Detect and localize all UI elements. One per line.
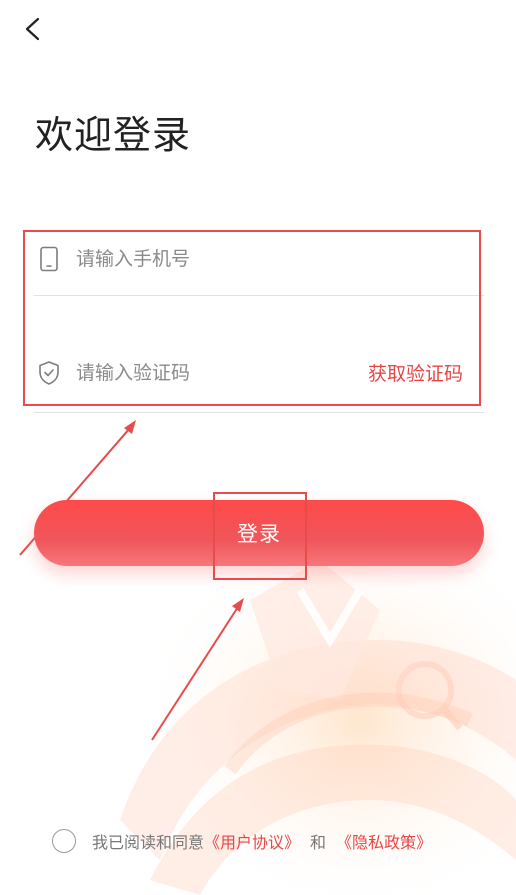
phone-field [34,232,484,288]
chevron-left-icon [25,17,40,41]
user-agreement-link[interactable]: 《用户协议》 [204,829,300,853]
code-divider [34,412,484,413]
agreement-and: 和 [310,833,327,852]
privacy-policy-link[interactable]: 《隐私政策》 [336,829,432,853]
login-button-label: 登录 [237,522,281,546]
get-code-button[interactable]: 获取验证码 [368,359,463,386]
phone-input[interactable] [76,240,356,278]
code-field: 获取验证码 [34,346,484,402]
login-button[interactable]: 登录 [34,500,484,566]
back-button[interactable] [18,14,48,44]
code-input[interactable] [76,354,356,392]
agree-radio[interactable] [52,829,76,853]
agreement-row: 我已阅读和同意 《用户协议》 和 《隐私政策》 [52,826,432,856]
phone-divider [34,295,484,296]
page-title: 欢迎登录 [35,113,192,157]
shield-check-icon [39,361,59,385]
agreement-prefix: 我已阅读和同意 [92,833,205,852]
phone-icon [40,246,58,272]
